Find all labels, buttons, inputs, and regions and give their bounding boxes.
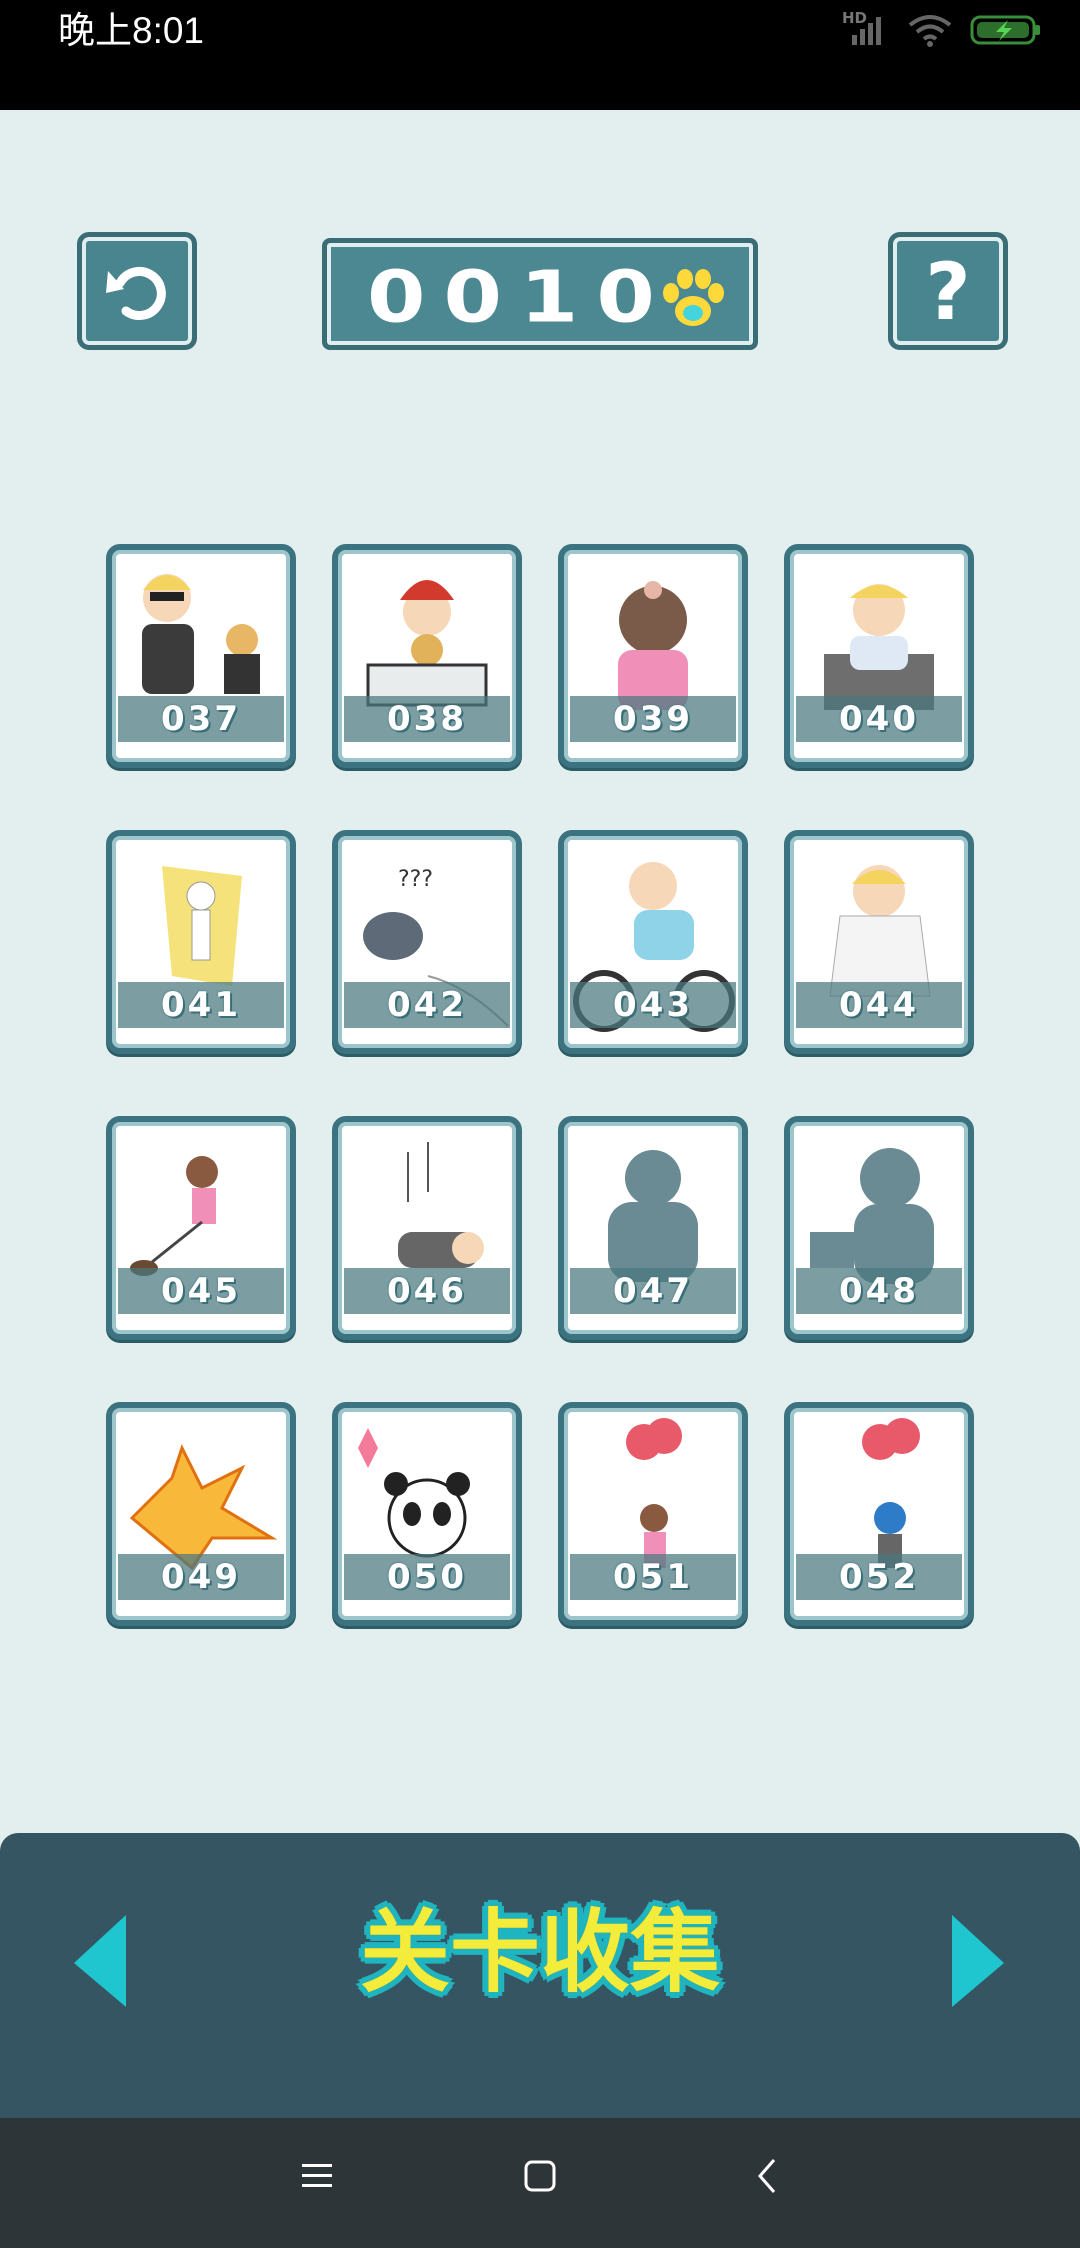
svg-text:?: ? <box>925 248 970 338</box>
level-number: 052 <box>839 1557 919 1597</box>
back-button[interactable] <box>77 232 197 350</box>
undo-icon <box>106 267 166 320</box>
score-value: 0010 <box>367 255 673 339</box>
level-number: 040 <box>839 699 919 739</box>
help-icon: ? <box>925 248 970 338</box>
level-number: 047 <box>613 1271 693 1311</box>
hd-label: HD <box>842 9 868 27</box>
level-card-049[interactable]: 049 <box>106 1402 296 1626</box>
level-card-050[interactable]: 050 <box>332 1402 522 1626</box>
level-number: 043 <box>613 985 693 1025</box>
level-number: 045 <box>161 1271 241 1311</box>
level-card-045[interactable]: 045 <box>106 1116 296 1340</box>
wifi-icon <box>908 15 952 47</box>
help-button[interactable]: ? <box>888 232 1008 350</box>
level-card-046[interactable]: 046 <box>332 1116 522 1340</box>
signal-icon: HD <box>842 9 890 47</box>
paw-icon <box>663 269 724 326</box>
collection-title: 关卡收集 <box>360 1900 720 2005</box>
status-bar: 晚上8:01 HD <box>0 0 1080 110</box>
level-number: 039 <box>613 699 693 739</box>
level-card-052[interactable]: 052 <box>784 1402 974 1626</box>
back-icon[interactable] <box>748 2156 788 2196</box>
level-number: 049 <box>161 1557 241 1597</box>
level-number: 042 <box>387 985 467 1025</box>
level-number: 044 <box>839 985 919 1025</box>
collection-panel: 关卡收集 <box>0 1833 1080 2118</box>
svg-text:???: ??? <box>398 867 433 892</box>
level-number: 046 <box>387 1271 467 1311</box>
level-number: 041 <box>161 985 241 1025</box>
level-card-038[interactable]: 038 <box>332 544 522 768</box>
level-number: 051 <box>613 1557 693 1597</box>
level-number: 050 <box>387 1557 467 1597</box>
level-card-051[interactable]: 051 <box>558 1402 748 1626</box>
level-card-037[interactable]: 037 <box>106 544 296 768</box>
level-number: 038 <box>387 699 467 739</box>
arrow-right-icon[interactable] <box>948 1913 1008 2009</box>
score-panel: 0010 <box>322 238 758 350</box>
level-number: 048 <box>839 1271 919 1311</box>
level-card-042[interactable]: ??? 042 <box>332 830 522 1054</box>
level-card-041[interactable]: 041 <box>106 830 296 1054</box>
menu-icon[interactable] <box>298 2156 338 2196</box>
level-card-047[interactable]: 047 <box>558 1116 748 1340</box>
level-card-048[interactable]: 048 <box>784 1116 974 1340</box>
arrow-left-icon[interactable] <box>70 1913 130 2009</box>
level-card-044[interactable]: 044 <box>784 830 974 1054</box>
level-card-039[interactable]: 039 <box>558 544 748 768</box>
status-time: 晚上8:01 <box>58 10 205 51</box>
system-nav-bar <box>0 2118 1080 2248</box>
status-icons: HD <box>842 9 1042 50</box>
level-number: 037 <box>161 699 241 739</box>
level-card-043[interactable]: 043 <box>558 830 748 1054</box>
battery-icon <box>970 15 1040 45</box>
home-icon[interactable] <box>520 2156 560 2196</box>
level-card-040[interactable]: 040 <box>784 544 974 768</box>
